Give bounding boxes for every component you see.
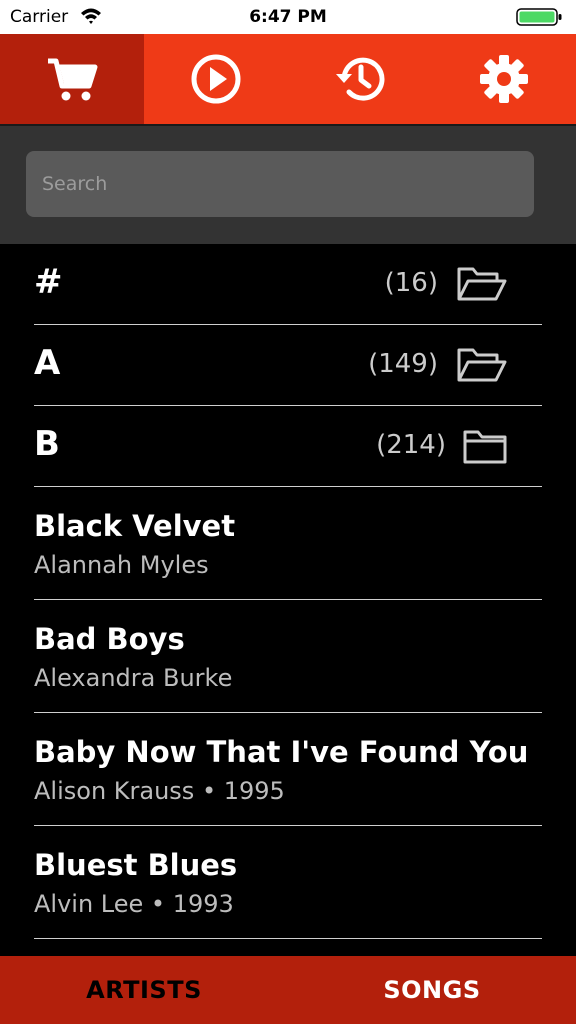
group-row-a[interactable]: A (149) [34, 325, 542, 406]
group-row-hash[interactable]: # (16) [34, 244, 542, 325]
status-time: 6:47 PM [249, 7, 327, 27]
folder-open-icon [457, 267, 507, 301]
song-artist: Alison Krauss • 1995 [34, 777, 285, 805]
play-tab-button[interactable] [144, 34, 288, 124]
song-title: Baby Now That I've Found You [34, 735, 529, 769]
song-title: Bad Boys [34, 622, 185, 656]
song-title: Bluest Blues [34, 848, 238, 882]
history-icon [336, 57, 385, 101]
gear-icon [480, 55, 528, 103]
top-toolbar [0, 34, 576, 126]
song-list: # (16) A (149) B (214) Black Velvet Alan… [0, 244, 576, 939]
group-count: (149) [368, 349, 438, 379]
song-row[interactable]: Bluest Blues Alvin Lee • 1993 [34, 826, 542, 939]
song-row[interactable]: Bad Boys Alexandra Burke [34, 600, 542, 713]
group-letter: A [34, 343, 61, 383]
settings-tab-button[interactable] [432, 34, 576, 124]
bottom-tab-bar: ARTISTS SONGS [0, 956, 576, 1024]
cart-icon [48, 58, 98, 101]
song-artist: Alexandra Burke [34, 664, 233, 692]
song-title: Black Velvet [34, 509, 236, 543]
group-letter: B [34, 424, 60, 464]
history-tab-button[interactable] [288, 34, 432, 124]
status-bar: Carrier 6:47 PM [0, 0, 576, 34]
folder-open-icon [457, 348, 507, 382]
tab-artists[interactable]: ARTISTS [0, 956, 288, 1024]
song-artist: Alannah Myles [34, 551, 209, 579]
group-count: (214) [376, 430, 446, 460]
search-input[interactable] [26, 151, 534, 217]
play-icon [191, 54, 241, 104]
song-row[interactable]: Black Velvet Alannah Myles [34, 487, 542, 600]
group-count: (16) [384, 268, 438, 298]
group-row-b[interactable]: B (214) [34, 406, 542, 487]
song-artist: Alvin Lee • 1993 [34, 890, 234, 918]
folder-icon [463, 430, 507, 464]
battery-icon [516, 8, 562, 26]
search-area [0, 126, 576, 244]
group-letter: # [34, 262, 63, 302]
song-row[interactable]: Baby Now That I've Found You Alison Krau… [34, 713, 542, 826]
tab-songs[interactable]: SONGS [288, 956, 576, 1024]
cart-tab-button[interactable] [0, 34, 144, 124]
